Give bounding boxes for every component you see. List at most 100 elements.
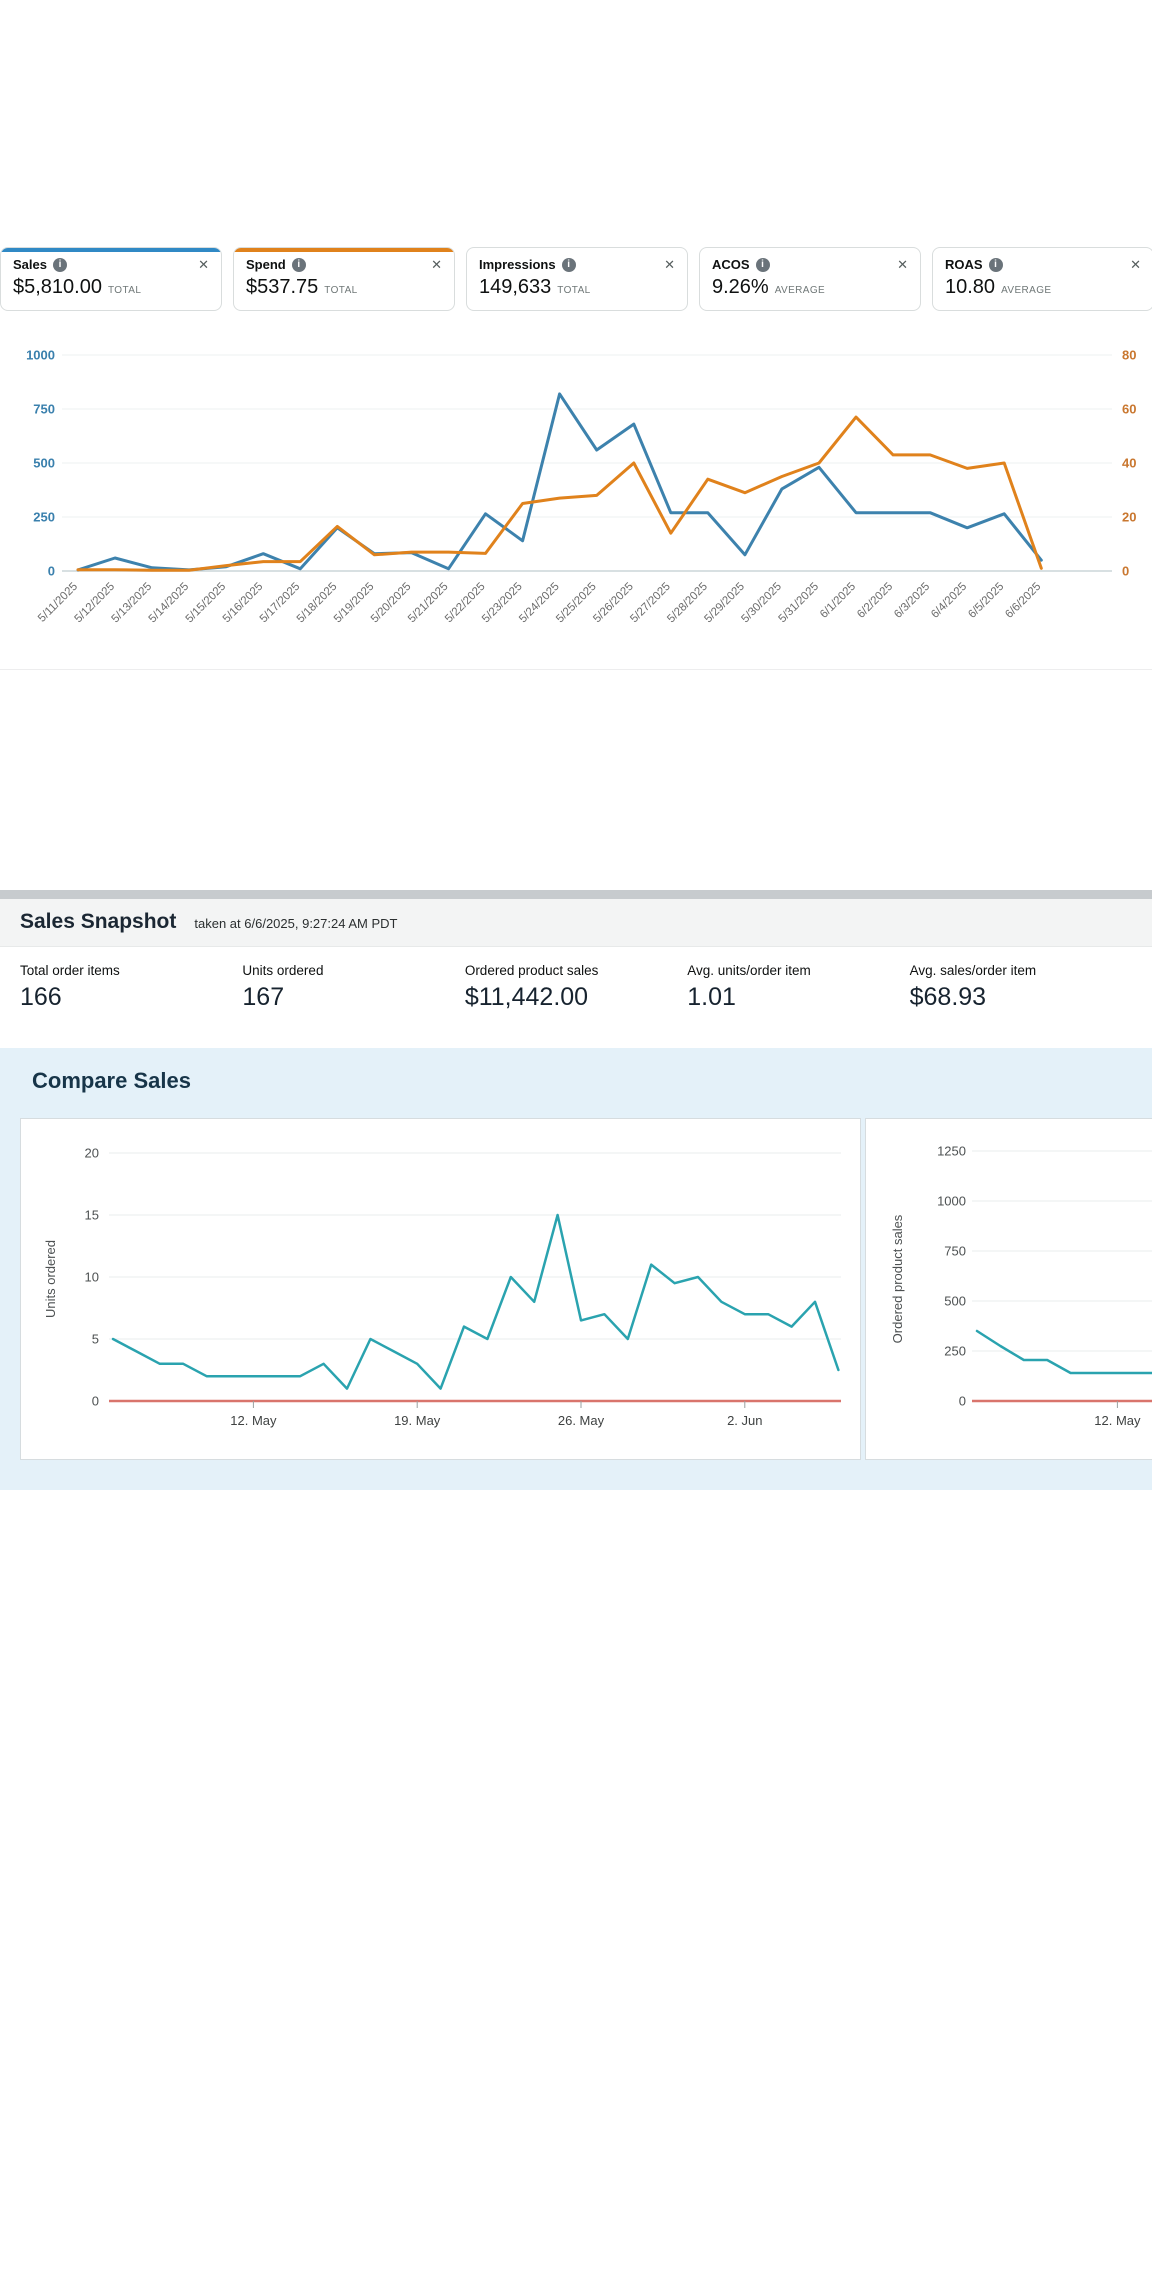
metric-cards-row: Sales i ✕ $5,810.00 TOTAL Spend i ✕ $537… — [0, 247, 1152, 311]
svg-text:2. Jun: 2. Jun — [727, 1413, 762, 1428]
info-icon[interactable]: i — [562, 258, 576, 272]
info-icon[interactable]: i — [53, 258, 67, 272]
svg-text:6/6/2025: 6/6/2025 — [1003, 581, 1043, 621]
compare-charts-row: 05101520Units ordered12. May19. May26. M… — [20, 1118, 1152, 1460]
metric-label: Avg. sales/order item — [910, 963, 1132, 978]
metric-label: Ordered product sales — [465, 963, 687, 978]
divider-bar — [0, 890, 1152, 899]
y-axis-title: Ordered product sales — [890, 1214, 905, 1343]
snapshot-metric-units-ordered: Units ordered 167 — [242, 963, 464, 1012]
metric-card-label: Impressions — [479, 257, 556, 272]
svg-text:20: 20 — [1122, 510, 1136, 525]
close-icon[interactable]: ✕ — [897, 258, 908, 271]
snapshot-timestamp: taken at 6/6/2025, 9:27:24 AM PDT — [194, 916, 397, 931]
metric-card-label: ROAS — [945, 257, 983, 272]
svg-text:5/31/2025: 5/31/2025 — [776, 581, 821, 626]
units-ordered-chart-svg[interactable]: 05101520Units ordered12. May19. May26. M… — [21, 1119, 860, 1459]
metric-card-value: $537.75 — [246, 276, 318, 299]
main-right-axis-labels: 0 20 40 60 80 — [1122, 348, 1136, 579]
svg-text:12. May: 12. May — [230, 1413, 277, 1428]
svg-text:6/4/2025: 6/4/2025 — [929, 581, 969, 621]
svg-text:5: 5 — [92, 1332, 99, 1347]
gridlines — [972, 1151, 1152, 1401]
metric-label: Total order items — [20, 963, 242, 978]
close-icon[interactable]: ✕ — [431, 258, 442, 271]
sales-line — [78, 394, 1041, 570]
info-icon[interactable]: i — [989, 258, 1003, 272]
metric-value: $11,442.00 — [465, 983, 687, 1012]
x-axis-labels: 12. May19. May26. May2. Jun — [230, 1401, 762, 1428]
metric-card-suffix: TOTAL — [108, 285, 141, 296]
info-icon[interactable]: i — [292, 258, 306, 272]
svg-text:80: 80 — [1122, 348, 1136, 363]
metric-card-label: ACOS — [712, 257, 750, 272]
sales-snapshot-header: Sales Snapshot taken at 6/6/2025, 9:27:2… — [0, 899, 1152, 947]
metric-value: 167 — [242, 983, 464, 1012]
metric-card-suffix: TOTAL — [324, 285, 357, 296]
svg-text:1000: 1000 — [26, 348, 55, 363]
snapshot-metric-total-order-items: Total order items 166 — [20, 963, 242, 1012]
sales-snapshot-title: Sales Snapshot — [20, 910, 176, 934]
close-icon[interactable]: ✕ — [198, 258, 209, 271]
data-line — [113, 1215, 838, 1389]
compare-sales-section: Compare Sales 05101520Units ordered12. M… — [0, 1048, 1152, 1490]
snapshot-metric-avg-units: Avg. units/order item 1.01 — [687, 963, 909, 1012]
metric-card-sales: Sales i ✕ $5,810.00 TOTAL — [0, 247, 222, 311]
svg-text:500: 500 — [944, 1294, 966, 1309]
info-icon[interactable]: i — [756, 258, 770, 272]
y-axis-labels: 0 5 10 15 20 — [85, 1146, 99, 1409]
svg-text:12. May: 12. May — [1094, 1413, 1141, 1428]
svg-text:6/1/2025: 6/1/2025 — [818, 581, 858, 621]
ordered-product-sales-chart-card[interactable]: 0 250 500 750 1000 1250 Ordered product sales 1… — [865, 1118, 1152, 1460]
y-axis-labels: 0 250 500 750 1000 1250 — [937, 1144, 966, 1409]
main-left-axis-labels: 02505007501000 — [26, 348, 55, 579]
main-date-labels: 5/11/20255/12/20255/13/20255/14/20255/15… — [36, 581, 1043, 626]
performance-chart-svg[interactable]: 0 250 500 750 1000 0 20 40 60 80 5/11/20255/12/202… — [0, 331, 1152, 649]
x-axis-labels: 12. May — [1094, 1401, 1141, 1428]
metric-label: Avg. units/order item — [687, 963, 909, 978]
gridlines — [109, 1153, 841, 1401]
sales-snapshot-section: Sales Snapshot taken at 6/6/2025, 9:27:2… — [0, 890, 1152, 1036]
metric-card-label: Spend — [246, 257, 286, 272]
svg-text:750: 750 — [944, 1244, 966, 1259]
svg-text:0: 0 — [92, 1394, 99, 1409]
metric-card-suffix: TOTAL — [557, 285, 590, 296]
svg-text:6/5/2025: 6/5/2025 — [966, 581, 1006, 621]
close-icon[interactable]: ✕ — [664, 258, 675, 271]
metric-card-spend: Spend i ✕ $537.75 TOTAL — [233, 247, 455, 311]
metric-card-suffix: AVERAGE — [775, 285, 825, 296]
svg-text:0: 0 — [959, 1394, 966, 1409]
svg-text:6/2/2025: 6/2/2025 — [855, 581, 895, 621]
svg-text:500: 500 — [33, 456, 55, 471]
metric-card-acos: ACOS i ✕ 9.26% AVERAGE — [699, 247, 921, 311]
spend-accent-bar — [233, 247, 455, 252]
data-line — [977, 1331, 1152, 1373]
ordered-product-sales-chart-svg[interactable]: 0 250 500 750 1000 1250 Ordered product sales 1… — [866, 1119, 1152, 1459]
svg-text:10: 10 — [85, 1270, 99, 1285]
metric-card-label: Sales — [13, 257, 47, 272]
svg-text:19. May: 19. May — [394, 1413, 441, 1428]
svg-text:60: 60 — [1122, 402, 1136, 417]
svg-text:250: 250 — [33, 510, 55, 525]
metric-card-value: 149,633 — [479, 276, 551, 299]
performance-chart[interactable]: 0 250 500 750 1000 0 20 40 60 80 5/11/20255/12/202… — [0, 331, 1152, 654]
svg-text:1000: 1000 — [937, 1194, 966, 1209]
sales-accent-bar — [0, 247, 222, 252]
compare-sales-title: Compare Sales — [32, 1068, 1152, 1094]
metric-card-value: 9.26% — [712, 276, 769, 299]
snapshot-metric-avg-sales: Avg. sales/order item $68.93 — [910, 963, 1132, 1012]
close-icon[interactable]: ✕ — [1130, 258, 1141, 271]
metric-card-suffix: AVERAGE — [1001, 285, 1051, 296]
metric-card-value: $5,810.00 — [13, 276, 102, 299]
svg-text:20: 20 — [85, 1146, 99, 1161]
svg-text:250: 250 — [944, 1344, 966, 1359]
svg-text:0: 0 — [1122, 564, 1129, 579]
svg-text:15: 15 — [85, 1208, 99, 1223]
metric-value: 166 — [20, 983, 242, 1012]
section-divider — [0, 669, 1152, 670]
spend-line — [78, 417, 1041, 570]
units-ordered-chart-card[interactable]: 05101520Units ordered12. May19. May26. M… — [20, 1118, 861, 1460]
svg-text:40: 40 — [1122, 456, 1136, 471]
svg-text:750: 750 — [33, 402, 55, 417]
svg-text:1250: 1250 — [937, 1144, 966, 1159]
